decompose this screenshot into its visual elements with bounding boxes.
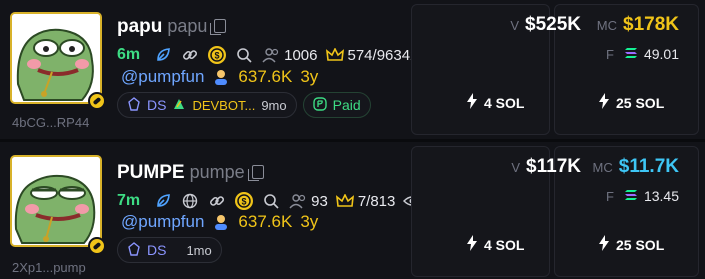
ds-label: DS xyxy=(147,97,167,113)
fee-label: F xyxy=(606,46,614,62)
token-name: pumpe xyxy=(189,162,245,182)
search-icon[interactable] xyxy=(261,191,281,211)
volume-label: V xyxy=(510,18,519,33)
globe-icon[interactable] xyxy=(180,191,200,211)
search-icon[interactable] xyxy=(234,45,254,65)
coin-icon[interactable]: $ xyxy=(207,45,227,65)
quick-buy-button-2[interactable]: 25 SOL xyxy=(598,93,664,112)
quick-buy-amount: 25 SOL xyxy=(616,236,665,253)
link-icon[interactable] xyxy=(207,191,227,211)
dev-bot-icon xyxy=(172,97,186,114)
twitter-handle-link[interactable]: @pumpfun xyxy=(121,67,204,87)
holders-count: 93 xyxy=(311,192,328,210)
handle-age: 3y xyxy=(300,212,319,231)
crown-icon xyxy=(335,191,355,211)
dev-age: 1mo xyxy=(186,242,212,258)
leaf-icon[interactable] xyxy=(153,45,173,65)
pump-pill-icon xyxy=(88,92,106,110)
market-cap-value: $178K xyxy=(623,14,679,35)
top-holders: 574/96342 xyxy=(347,46,419,64)
dev-age: 9mo xyxy=(261,97,287,113)
ds-icon xyxy=(127,241,141,259)
crown-icon xyxy=(325,45,345,65)
token-age: 7m xyxy=(117,192,141,209)
token-age: 6m xyxy=(117,46,141,63)
holders-count: 1006 xyxy=(284,46,318,64)
handle-followers: 637.6K xyxy=(238,212,293,231)
token-name: papu xyxy=(167,16,208,36)
fee-value: 13.45 xyxy=(643,188,679,204)
volume-label: V xyxy=(511,160,521,175)
quick-buy-amount: 4 SOL xyxy=(484,236,525,253)
market-cap-value: $11.7K xyxy=(618,156,679,177)
svg-text:$: $ xyxy=(215,51,220,61)
coin-icon[interactable]: $ xyxy=(234,191,254,211)
leaf-icon[interactable] xyxy=(153,191,173,211)
ds-label: DS xyxy=(147,242,167,258)
token-avatar[interactable] xyxy=(10,155,102,247)
copy-icon[interactable] xyxy=(247,165,264,181)
svg-text:$: $ xyxy=(242,197,247,207)
token-avatar[interactable] xyxy=(10,12,102,104)
dev-name: DEVBOT... xyxy=(192,97,256,113)
quick-buy-button-1[interactable]: 4 SOL xyxy=(466,93,524,112)
top-holders: 7/813 xyxy=(357,192,396,210)
lightning-icon xyxy=(598,93,610,112)
solana-icon xyxy=(624,188,638,204)
volume-value: $117K xyxy=(526,156,581,177)
dex-paid-icon xyxy=(312,96,327,114)
users-icon xyxy=(261,45,281,65)
quick-buy-amount: 25 SOL xyxy=(616,94,665,111)
fee-value: 49.01 xyxy=(643,46,679,62)
paid-badge: Paid xyxy=(302,92,371,118)
token-ticker: papu xyxy=(117,16,163,37)
users-icon xyxy=(288,191,308,211)
mc-label: MC xyxy=(596,18,617,33)
ds-icon xyxy=(127,96,141,114)
solana-icon xyxy=(624,46,638,62)
quick-buy-button-1[interactable]: 4 SOL xyxy=(466,235,524,254)
handle-age: 3y xyxy=(300,67,319,86)
token-card-papu[interactable]: 4bCG...RP44 papu papu 6m $ 1006 574/9634… xyxy=(0,0,705,139)
quick-buy-button-2[interactable]: 25 SOL xyxy=(598,235,664,254)
copy-icon[interactable] xyxy=(210,19,227,35)
person-icon xyxy=(212,213,230,231)
fee-label: F xyxy=(606,188,614,204)
link-icon[interactable] xyxy=(180,45,200,65)
mc-label: MC xyxy=(592,160,613,175)
volume-value: $525K xyxy=(525,14,581,35)
pump-pill-icon xyxy=(88,237,106,255)
lightning-icon xyxy=(466,93,478,112)
ds-dev-pill[interactable]: DS 1mo xyxy=(117,237,222,263)
lightning-icon xyxy=(466,235,478,254)
token-address[interactable]: 2Xp1...pump xyxy=(12,260,86,275)
person-icon xyxy=(212,68,230,86)
token-ticker: PUMPE xyxy=(117,162,185,183)
token-address[interactable]: 4bCG...RP44 xyxy=(12,115,89,130)
paid-label: Paid xyxy=(332,97,361,113)
handle-followers: 637.6K xyxy=(238,67,293,86)
quick-buy-amount: 4 SOL xyxy=(484,94,525,111)
ds-dev-pill[interactable]: DS DEVBOT... 9mo xyxy=(117,92,297,118)
lightning-icon xyxy=(598,235,610,254)
token-card-pumpe[interactable]: 2Xp1...pump PUMPE pumpe 7m $ 93 7/813 @p… xyxy=(0,142,705,279)
twitter-handle-link[interactable]: @pumpfun xyxy=(121,212,204,232)
